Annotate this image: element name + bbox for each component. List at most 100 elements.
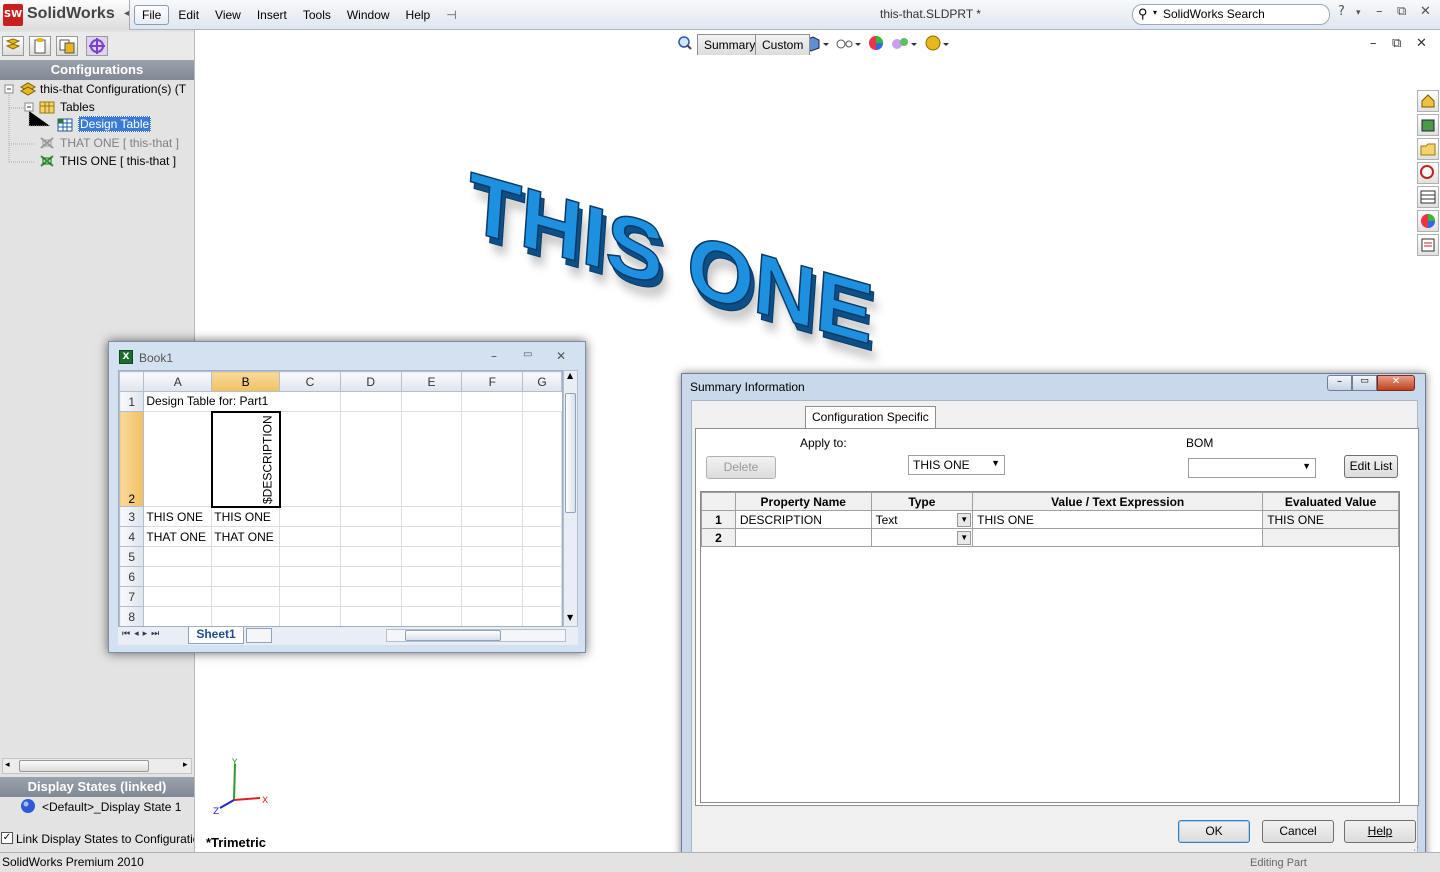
tree-item-tables[interactable]: Tables (60, 100, 95, 114)
cell-a1[interactable]: Design Table for: Part1 (143, 391, 341, 412)
solidworks-resources-icon[interactable] (1417, 90, 1439, 112)
configuration-manager-tab-icon[interactable] (56, 36, 78, 56)
column-header-g[interactable]: G (522, 371, 562, 392)
cell[interactable] (461, 506, 524, 527)
column-header-d[interactable]: D (339, 371, 402, 392)
excel-vertical-scrollbar[interactable]: ▲ ▼ (563, 370, 578, 627)
cell-a4[interactable]: THAT ONE (143, 526, 213, 547)
help-dropdown-icon[interactable]: ▾ (1356, 8, 1361, 18)
property-name-cell[interactable] (734, 528, 872, 547)
cell[interactable] (339, 586, 402, 607)
cell[interactable] (400, 526, 463, 547)
viewport-minimize-icon[interactable]: – (1370, 36, 1377, 51)
cell-b2[interactable]: $DESCRIPTION (210, 410, 281, 508)
cell[interactable] (400, 546, 463, 567)
scroll-thumb[interactable] (19, 760, 149, 772)
cell[interactable] (211, 546, 281, 567)
cell[interactable] (143, 566, 213, 587)
menu-expand-icon[interactable]: ◂ (124, 8, 129, 19)
minimize-icon[interactable]: – (1376, 4, 1383, 19)
view-settings-icon[interactable] (925, 35, 949, 51)
search-dropdown-icon[interactable]: ▾ (1153, 8, 1157, 17)
excel-hscroll-thumb[interactable] (405, 630, 501, 641)
ok-button[interactable]: OK (1178, 820, 1250, 843)
type-dropdown-icon[interactable]: ▼ (957, 513, 972, 527)
cell[interactable] (143, 586, 213, 607)
app-logo[interactable]: SW SolidWorks (0, 0, 130, 30)
cell[interactable] (461, 546, 524, 567)
row-header-5[interactable]: 5 (119, 546, 145, 567)
type-dropdown-icon[interactable]: ▼ (957, 531, 972, 545)
menu-view[interactable]: View (208, 6, 248, 24)
apply-scene-icon[interactable] (892, 38, 917, 49)
select-all-corner[interactable] (119, 371, 145, 392)
cell[interactable] (279, 506, 341, 527)
tree-item-that-one[interactable]: THAT ONE [ this-that ] (60, 136, 179, 150)
cell[interactable] (400, 586, 463, 607)
cell[interactable] (522, 506, 562, 527)
cell[interactable] (211, 586, 281, 607)
restore-icon[interactable]: ⧉ (1397, 4, 1406, 19)
cell[interactable] (461, 411, 524, 507)
cell[interactable] (461, 566, 524, 587)
scroll-right-icon[interactable]: ▸ (183, 760, 188, 770)
viewport-close-icon[interactable]: ✕ (1416, 36, 1427, 51)
cell[interactable] (522, 606, 562, 626)
appearances-scenes-icon[interactable] (1417, 210, 1439, 232)
scroll-down-icon[interactable]: ▼ (567, 613, 573, 622)
excel-horizontal-scrollbar[interactable] (386, 629, 566, 642)
excel-maximize-icon[interactable]: ▭ (523, 349, 532, 360)
menu-window[interactable]: Window (340, 6, 397, 24)
model-3d-text[interactable]: THIS ONE THIS ONE THIS ONE (430, 150, 900, 370)
design-library-icon[interactable] (1417, 114, 1439, 136)
scroll-left-icon[interactable]: ◂ (5, 760, 10, 770)
cell[interactable] (279, 546, 341, 567)
row-number[interactable]: 1 (701, 510, 736, 529)
pin-icon[interactable]: ⊣ (439, 6, 463, 24)
spreadsheet-grid[interactable]: A B C D E F G 1 Design Table for: Part1 … (118, 370, 563, 627)
row-header-1[interactable]: 1 (119, 391, 145, 412)
link-display-states-checkbox[interactable]: ✓ (1, 832, 13, 844)
cell[interactable] (279, 606, 341, 626)
cell[interactable] (522, 566, 562, 587)
row-header-2[interactable]: 2 (119, 411, 145, 507)
cell[interactable] (400, 411, 463, 507)
help-button[interactable]: Help (1344, 820, 1416, 843)
cell[interactable] (279, 586, 341, 607)
cell[interactable] (339, 391, 402, 412)
cell[interactable] (461, 391, 524, 412)
close-icon[interactable]: ✕ (1420, 4, 1431, 19)
cell[interactable] (400, 506, 463, 527)
type-cell[interactable]: Text ▼ (870, 510, 974, 529)
cell[interactable] (279, 526, 341, 547)
display-state-item[interactable]: <Default>_Display State 1 (42, 800, 181, 814)
scroll-up-icon[interactable]: ▲ (567, 371, 573, 380)
cell[interactable] (339, 526, 402, 547)
excel-minimize-icon[interactable]: – (491, 349, 497, 363)
edit-list-button[interactable]: Edit List (1344, 455, 1398, 478)
cell[interactable] (339, 506, 402, 527)
tree-item-design-table[interactable]: Design Table (78, 116, 152, 132)
dialog-close-icon[interactable]: ✕ (1377, 375, 1415, 391)
cell[interactable] (211, 606, 281, 626)
insert-sheet-icon[interactable] (246, 628, 272, 643)
tab-summary[interactable]: Summary (697, 34, 763, 55)
file-explorer-icon[interactable] (1417, 138, 1439, 160)
cell[interactable] (339, 411, 402, 507)
cell-b3[interactable]: THIS ONE (211, 506, 281, 527)
row-number[interactable]: 2 (701, 528, 736, 547)
dimxpert-tab-icon[interactable] (86, 36, 108, 56)
cell-a3[interactable]: THIS ONE (143, 506, 213, 527)
sheet-nav-icons[interactable]: ⏮◂▸⏭ (122, 629, 163, 639)
menu-edit[interactable]: Edit (171, 6, 206, 24)
row-header-6[interactable]: 6 (119, 566, 145, 587)
row-header-3[interactable]: 3 (119, 506, 145, 527)
cell[interactable] (339, 606, 402, 626)
cancel-button[interactable]: Cancel (1262, 820, 1334, 843)
value-cell[interactable]: THIS ONE (972, 510, 1264, 529)
cell[interactable] (143, 606, 213, 626)
edit-appearance-icon[interactable] (869, 36, 883, 50)
row-header-7[interactable]: 7 (119, 586, 145, 607)
value-cell[interactable] (972, 528, 1264, 547)
tree-item-this-one[interactable]: THIS ONE [ this-that ] (60, 154, 176, 168)
